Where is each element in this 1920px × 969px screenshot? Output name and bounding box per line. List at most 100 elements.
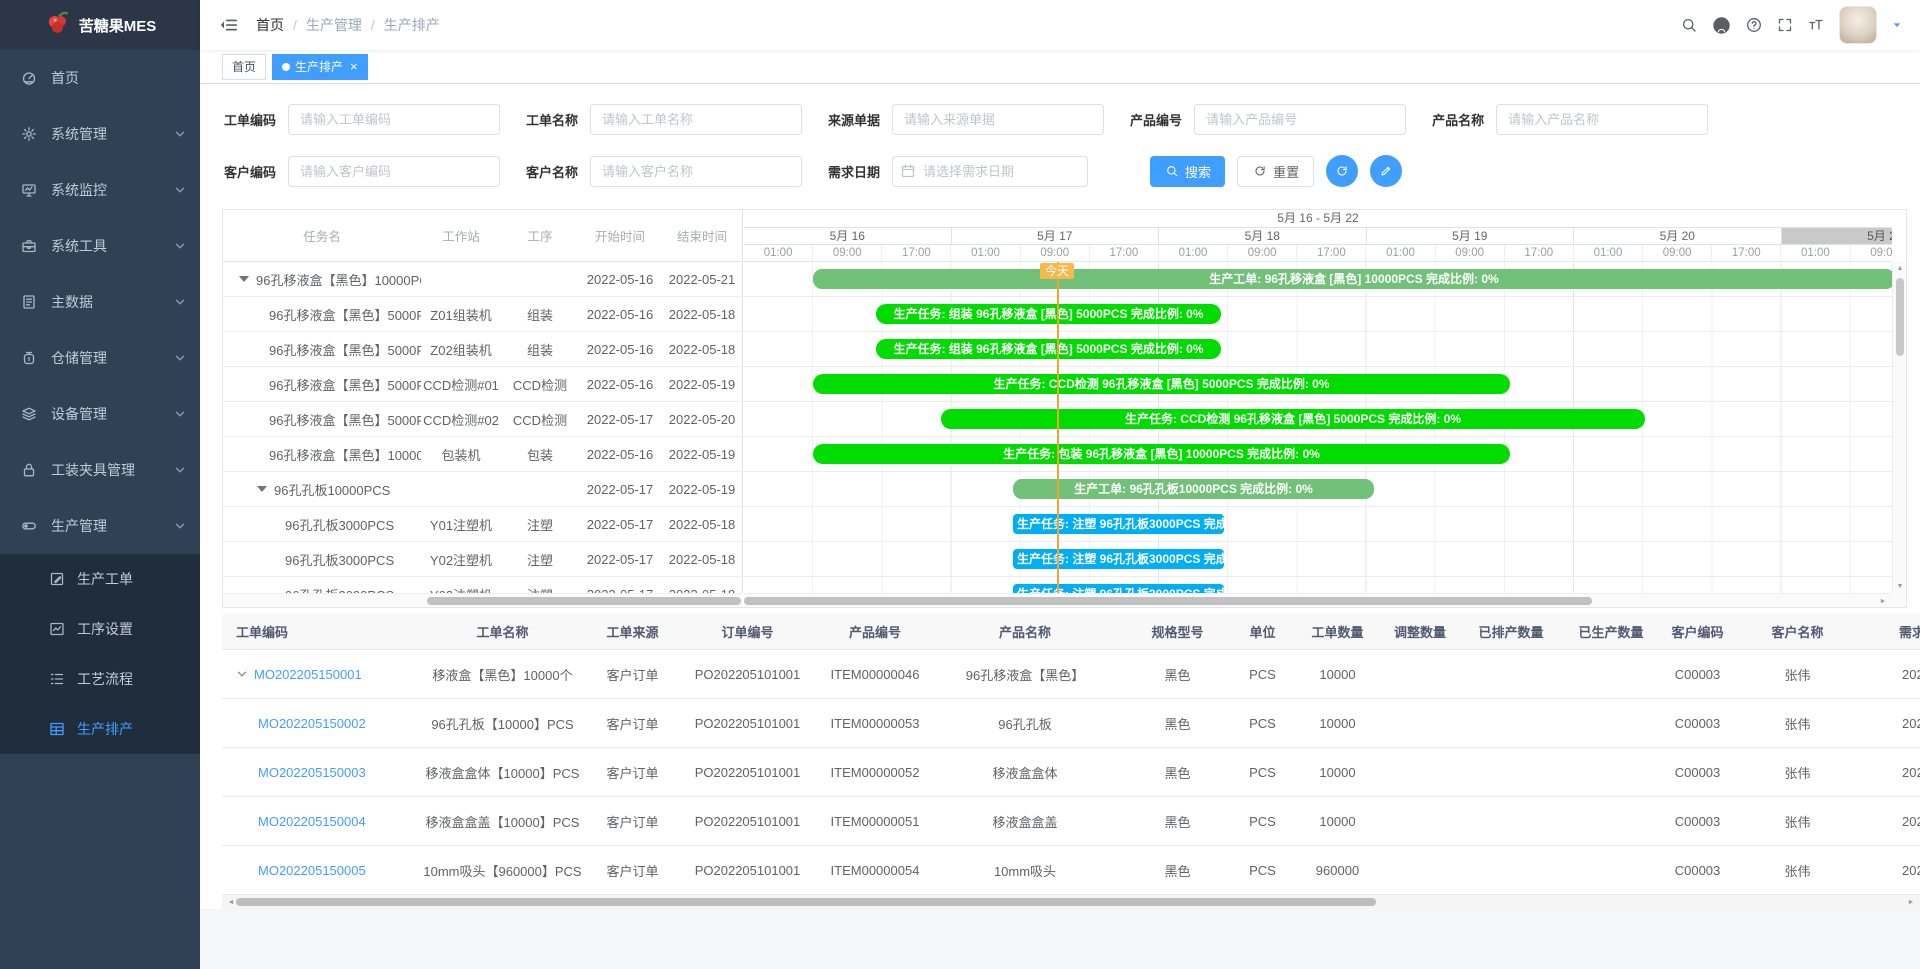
gantt-bar[interactable]: 生产任务: 注塑 96孔孔板3000PCS 完成比例: 0% — [1013, 514, 1224, 534]
sidebar-subitem[interactable]: 工艺流程 — [0, 654, 200, 704]
topbar-actions — [1681, 6, 1902, 44]
gantt-hour-header: 09:00 — [1643, 245, 1712, 261]
sidebar-subitem[interactable]: 生产工单 — [0, 554, 200, 604]
filter-input[interactable] — [892, 104, 1104, 135]
gantt-bar[interactable]: 生产任务: CCD检测 96孔移液盒 [黑色] 5000PCS 完成比例: 0% — [813, 374, 1510, 394]
gantt-end-cell: 2022-05-18 — [661, 517, 743, 532]
filter-field: 客户编码 — [224, 156, 500, 187]
tab-close-icon[interactable]: × — [350, 60, 358, 73]
vscrollbar-thumb[interactable] — [1896, 278, 1904, 356]
work-order-link[interactable]: MO202205150002 — [258, 716, 366, 731]
work-order-link[interactable]: MO202205150005 — [258, 863, 366, 878]
help-icon[interactable] — [1746, 17, 1762, 33]
gantt-task-row[interactable]: 96孔孔板3000PCS Y03注塑机 注塑 2022-05-17 2022-0… — [223, 577, 742, 593]
collapse-triangle-icon[interactable] — [257, 486, 267, 492]
gantt-task-row[interactable]: 96孔孔板3000PCS Y02注塑机 注塑 2022-05-17 2022-0… — [223, 542, 742, 577]
gantt-bar[interactable]: 生产工单: 96孔移液盒 [黑色] 10000PCS 完成比例: 0% — [813, 269, 1892, 289]
filter-input[interactable] — [288, 104, 500, 135]
edit-circle-button[interactable] — [1370, 155, 1402, 187]
gantt-bar[interactable]: 生产任务: 包装 96孔移液盒 [黑色] 10000PCS 完成比例: 0% — [813, 444, 1510, 464]
hscrollbar-thumb[interactable] — [744, 597, 1592, 605]
gantt-hour-header: 17:00 — [882, 245, 951, 261]
gantt-station-cell: Z02组装机 — [421, 340, 501, 359]
gantt-bar[interactable]: 生产任务: 注塑 96孔孔板3000PCS 完成比例: 0% — [1013, 584, 1224, 593]
filter-input[interactable] — [590, 104, 802, 135]
chevron-down-icon — [174, 128, 186, 140]
gantt-task-row[interactable]: 96孔移液盒【黑色】5000PCS CCD检测#01 CCD检测 2022-05… — [223, 367, 742, 402]
order-cell: PO202205101001 — [680, 814, 815, 829]
user-avatar[interactable] — [1839, 6, 1877, 44]
reset-button[interactable]: 重置 — [1237, 156, 1314, 187]
work-order-link[interactable]: MO202205150004 — [258, 814, 366, 829]
filter-input[interactable] — [288, 156, 500, 187]
filter-input[interactable] — [1496, 104, 1708, 135]
gantt-task-row[interactable]: 96孔移液盒【黑色】5000PCS CCD检测#02 CCD检测 2022-05… — [223, 402, 742, 437]
gantt-task-name: 96孔移液盒【黑色】5000PCS — [269, 340, 421, 359]
search-button[interactable]: 搜索 — [1150, 156, 1225, 187]
sidebar-item-label: 主数据 — [51, 292, 174, 312]
refresh-circle-button[interactable] — [1326, 155, 1358, 187]
scroll-right-icon[interactable]: ► — [1876, 598, 1890, 605]
scroll-down-icon[interactable]: ▼ — [1893, 583, 1907, 590]
order-cell: 移液盒盒体【10000】PCS — [420, 763, 585, 782]
caret-down-icon[interactable] — [1892, 20, 1902, 30]
order-cell: PO202205101001 — [680, 667, 815, 682]
order-cell: C00003 — [1650, 667, 1745, 682]
gantt-end-cell: 2022-05-18 — [661, 552, 743, 567]
hscrollbar-thumb[interactable] — [427, 597, 741, 605]
gantt-bar[interactable]: 生产任务: 组装 96孔移液盒 [黑色] 5000PCS 完成比例: 0% — [876, 339, 1221, 359]
sidebar-item[interactable]: 工装夹具管理 — [0, 442, 200, 498]
scroll-up-icon[interactable]: ▲ — [1893, 265, 1907, 272]
gantt-task-row[interactable]: 96孔孔板3000PCS Y01注塑机 注塑 2022-05-17 2022-0… — [223, 507, 742, 542]
app-logo[interactable]: 苦糖果MES — [0, 0, 200, 50]
collapse-triangle-icon[interactable] — [239, 276, 249, 282]
orders-hscrollbar[interactable]: ◄ ► — [222, 895, 1920, 909]
order-cell: 黑色 — [1115, 861, 1240, 880]
font-size-icon[interactable] — [1808, 17, 1824, 33]
gantt-task-row[interactable]: 96孔移液盒【黑色】10000PCS 包装机 包装 2022-05-16 202… — [223, 437, 742, 472]
filter-input[interactable] — [590, 156, 802, 187]
order-cell: 960000 — [1285, 863, 1390, 878]
gantt-task-row[interactable]: 96孔移液盒【黑色】5000PCS Z02组装机 组装 2022-05-16 2… — [223, 332, 742, 367]
filter-input[interactable] — [1194, 104, 1406, 135]
hscrollbar-thumb[interactable] — [236, 898, 1376, 906]
work-order-link[interactable]: MO202205150003 — [258, 765, 366, 780]
filter-input[interactable] — [892, 156, 1088, 187]
gantt-vscrollbar[interactable]: ▲ ▼ — [1892, 262, 1906, 593]
schedule-icon — [48, 721, 66, 737]
sidebar-item[interactable]: 系统工具 — [0, 218, 200, 274]
sidebar-item[interactable]: 主数据 — [0, 274, 200, 330]
gantt-bar[interactable]: 生产任务: CCD检测 96孔移液盒 [黑色] 5000PCS 完成比例: 0% — [941, 409, 1645, 429]
scroll-right-icon[interactable]: ► — [1904, 899, 1918, 906]
breadcrumb-item[interactable]: 生产管理 — [306, 15, 362, 35]
gantt-bar[interactable]: 生产任务: 组装 96孔移液盒 [黑色] 5000PCS 完成比例: 0% — [876, 304, 1221, 324]
fullscreen-icon[interactable] — [1777, 17, 1793, 33]
gantt-table-hscrollbar[interactable] — [223, 593, 743, 607]
expand-chevron-icon[interactable] — [236, 668, 254, 680]
sidebar-subitem[interactable]: 生产排产 — [0, 704, 200, 754]
calendar-icon — [900, 163, 916, 182]
gantt-hour-header: 01:00 — [951, 245, 1020, 261]
sidebar-item[interactable]: 系统监控 — [0, 162, 200, 218]
work-order-link[interactable]: MO202205150001 — [254, 667, 362, 682]
sidebar-subitem[interactable]: 工序设置 — [0, 604, 200, 654]
gantt-task-row[interactable]: 96孔移液盒【黑色】10000PCS 2022-05-16 2022-05-21 — [223, 262, 742, 297]
search-icon[interactable] — [1681, 17, 1697, 33]
tab-1[interactable]: 生产排产 × — [272, 54, 368, 80]
sidebar-item[interactable]: 设备管理 — [0, 386, 200, 442]
gantt-bar[interactable]: 生产任务: 注塑 96孔孔板3000PCS 完成比例: 0% — [1013, 549, 1224, 569]
gantt-chart-hscrollbar[interactable]: ► — [744, 593, 1892, 607]
github-icon[interactable] — [1712, 16, 1731, 35]
tab-0[interactable]: 首页 — [222, 54, 266, 80]
order-cell: 张伟 — [1745, 665, 1850, 684]
breadcrumb-item[interactable]: 首页 — [256, 15, 284, 35]
hamburger-icon[interactable] — [220, 17, 238, 33]
sidebar-item[interactable]: 仓储管理 — [0, 330, 200, 386]
gantt-task-row[interactable]: 96孔移液盒【黑色】5000PCS Z01组装机 组装 2022-05-16 2… — [223, 297, 742, 332]
sidebar-item[interactable]: 生产管理 — [0, 498, 200, 554]
sidebar-item[interactable]: 首页 — [0, 50, 200, 106]
gantt-task-row[interactable]: 96孔孔板10000PCS 2022-05-17 2022-05-19 — [223, 472, 742, 507]
gantt-bar[interactable]: 生产工单: 96孔孔板10000PCS 完成比例: 0% — [1013, 479, 1374, 499]
sidebar-item[interactable]: 系统管理 — [0, 106, 200, 162]
orders-column-header: 需求日期 — [1850, 622, 1920, 641]
